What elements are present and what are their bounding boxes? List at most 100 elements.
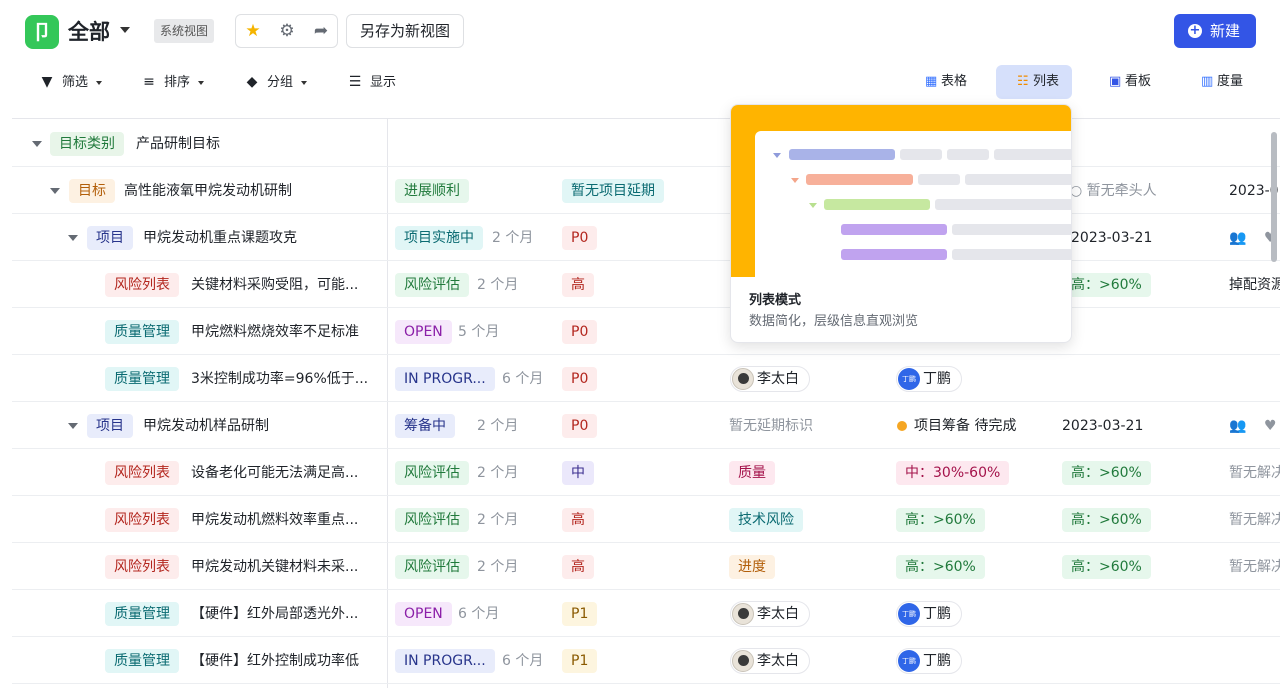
impact-tag: 中：30%-60% <box>896 461 1010 485</box>
new-button[interactable]: + 新建 <box>1174 14 1256 48</box>
preview-bar <box>947 149 989 160</box>
top-bar: 卩 全部 系统视图 ★ ⚙ ➦ 另存为新视图 + 新建 <box>0 0 1280 62</box>
chevron-down-icon <box>96 80 103 85</box>
app-logo-icon: 卩 <box>25 15 59 49</box>
status-tag: 进展顺利 <box>395 179 469 203</box>
preview-bar <box>841 224 947 235</box>
impact-tag: 高：>60% <box>896 555 985 579</box>
table-row[interactable]: 质量管理 【硬件】红外局部透光外... OPEN 6 个月 P1 李太白 丁鹏丁… <box>12 590 1280 637</box>
tab-metric[interactable]: ▥ 度量 <box>1180 65 1256 99</box>
title-dropdown-icon[interactable] <box>120 27 130 33</box>
priority-tag: 高 <box>562 508 594 532</box>
filter-icon: ▼ <box>41 74 53 90</box>
preview-bar <box>965 174 1071 185</box>
priority-tag: 中 <box>562 461 594 485</box>
level-tag: 高：>60% <box>1062 555 1151 579</box>
status-tag: 风险评估 <box>395 461 469 485</box>
group-button[interactable]: ◆ 分组 <box>243 71 308 93</box>
preview-bar <box>900 149 942 160</box>
preview-bar <box>824 199 930 210</box>
status-dot <box>897 421 907 431</box>
tab-board[interactable]: ▣ 看板 <box>1088 65 1164 99</box>
tab-list[interactable]: ☷ 列表 <box>996 65 1072 99</box>
assignee-chip[interactable]: 李太白 <box>730 648 810 674</box>
plus-icon: + <box>1188 23 1202 38</box>
collapse-icon[interactable] <box>68 235 78 241</box>
reviewer-chip[interactable]: 丁鹏 丁鹏 <box>896 648 962 674</box>
priority-tag: 高 <box>562 273 594 297</box>
type-tag: 质量管理 <box>105 367 179 391</box>
new-button-label: 新建 <box>1210 22 1241 40</box>
system-view-badge: 系统视图 <box>154 19 215 43</box>
item-name: 【硬件】红外控制成功率低 <box>191 653 359 669</box>
date-text: 2023-03-21 <box>1071 230 1153 246</box>
collapse-icon[interactable] <box>68 423 78 429</box>
share-icon[interactable]: ➦ <box>304 15 338 47</box>
heart-icon[interactable]: ♥ <box>1264 414 1277 438</box>
status-tag: 风险评估 <box>395 273 469 297</box>
tab-table[interactable]: ▦ 表格 <box>904 65 980 99</box>
reviewer-chip[interactable]: 丁鹏 丁鹏 <box>896 601 962 627</box>
tab-metric-label: 度量 <box>1217 74 1244 89</box>
collapse-icon[interactable] <box>32 141 42 147</box>
preview-bar <box>789 149 895 160</box>
level-tag: 高：>60% <box>1062 508 1151 532</box>
assignee-chip[interactable]: 李太白 <box>730 366 810 392</box>
preview-bar <box>952 249 1071 260</box>
item-name: 甲烷发动机燃料效率重点... <box>191 512 359 528</box>
preview-bar <box>918 174 960 185</box>
page-title[interactable]: 全部 <box>68 18 110 46</box>
preview-caret-icon <box>809 203 817 208</box>
preview-bar <box>952 224 1071 235</box>
members-icon[interactable]: 👥 <box>1229 226 1246 250</box>
reviewer-name: 丁鹏 <box>923 371 951 387</box>
status-tag: 筹备中 <box>395 414 455 438</box>
table-row[interactable]: 项目 甲烷发动机重点课题攻克 项目实施中 2 个月 P0 2023-03-21 … <box>12 214 1280 261</box>
board-icon: ▣ <box>1109 74 1122 89</box>
duration-text: 2 个月 <box>477 559 519 575</box>
table-row[interactable]: 风险列表 设备老化可能无法满足高... 风险评估 2 个月 中 质量 中：30%… <box>12 449 1280 496</box>
collapse-icon[interactable] <box>50 188 60 194</box>
avatar <box>732 603 754 625</box>
item-name: 设备老化可能无法满足高... <box>191 465 359 481</box>
members-icon[interactable]: 👥 <box>1229 414 1246 438</box>
duration-text: 6 个月 <box>502 371 544 387</box>
table-row[interactable]: 项目 甲烷发动机样品研制 筹备中 2 个月 P0 暂无延期标识 项目筹备 待完成… <box>12 402 1280 449</box>
chart-icon: ▥ <box>1201 74 1214 89</box>
item-name: 关键材料采购受阻，可能... <box>191 277 359 293</box>
item-name: 甲烷发动机关键材料未采... <box>191 559 359 575</box>
duration-text: 6 个月 <box>458 606 500 622</box>
group-row[interactable]: 目标类别 产品研制目标 <box>12 120 1280 167</box>
impact-tag: 高：>60% <box>896 508 985 532</box>
display-icon: ☰ <box>348 74 362 90</box>
filter-button[interactable]: ▼ 筛选 <box>38 71 103 93</box>
save-as-view-button[interactable]: 另存为新视图 <box>346 14 464 48</box>
avatar: 丁鹏 <box>898 650 920 672</box>
table-row[interactable]: 风险列表 甲烷发动机燃料效率重点... 风险评估 2 个月 高 技术风险 高：>… <box>12 496 1280 543</box>
duration-text: 2 个月 <box>477 418 519 434</box>
list-icon: ☷ <box>1017 74 1029 89</box>
preview-bar <box>994 149 1071 160</box>
star-icon[interactable]: ★ <box>236 15 270 47</box>
table-row[interactable]: 质量管理 【硬件】红外控制成功率低 IN PROGR... 6 个月 P1 李太… <box>12 637 1280 684</box>
vertical-scrollbar[interactable] <box>1271 132 1277 262</box>
tab-board-label: 看板 <box>1125 74 1152 89</box>
status-tag: OPEN <box>395 602 452 626</box>
table-row[interactable]: 质量管理 3米控制成功率=96%低于... IN PROGR... 6 个月 P… <box>12 355 1280 402</box>
assignee-chip[interactable]: 李太白 <box>730 601 810 627</box>
divider <box>12 118 1280 119</box>
gear-icon[interactable]: ⚙ <box>270 15 304 47</box>
list-mode-popover: 列表模式 数据简化，层级信息直观浏览 <box>730 104 1072 343</box>
type-tag: 风险列表 <box>105 461 179 485</box>
table-row[interactable]: 风险列表 关键材料采购受阻，可能... 风险评估 2 个月 高 高：>60% 掉… <box>12 261 1280 308</box>
type-tag: 风险列表 <box>105 273 179 297</box>
goal-row[interactable]: 目标 高性能液氧甲烷发动机研制 进展顺利 暂无项目延期 ○ 暂无牵头人 2023… <box>12 167 1280 214</box>
table-row[interactable]: 质量管理 甲烷燃料燃烧效率不足标准 OPEN 5 个月 P0 <box>12 308 1280 355</box>
reviewer-chip[interactable]: 丁鹏 丁鹏 <box>896 366 962 392</box>
owner-empty: ○ 暂无牵头人 <box>1070 183 1157 199</box>
priority-tag: P1 <box>562 649 598 673</box>
sort-button[interactable]: ≡ 排序 <box>140 71 205 93</box>
sort-icon: ≡ <box>143 74 155 90</box>
display-button[interactable]: ☰ 显示 <box>346 71 396 93</box>
table-row[interactable]: 风险列表 甲烷发动机关键材料未采... 风险评估 2 个月 高 进度 高：>60… <box>12 543 1280 590</box>
